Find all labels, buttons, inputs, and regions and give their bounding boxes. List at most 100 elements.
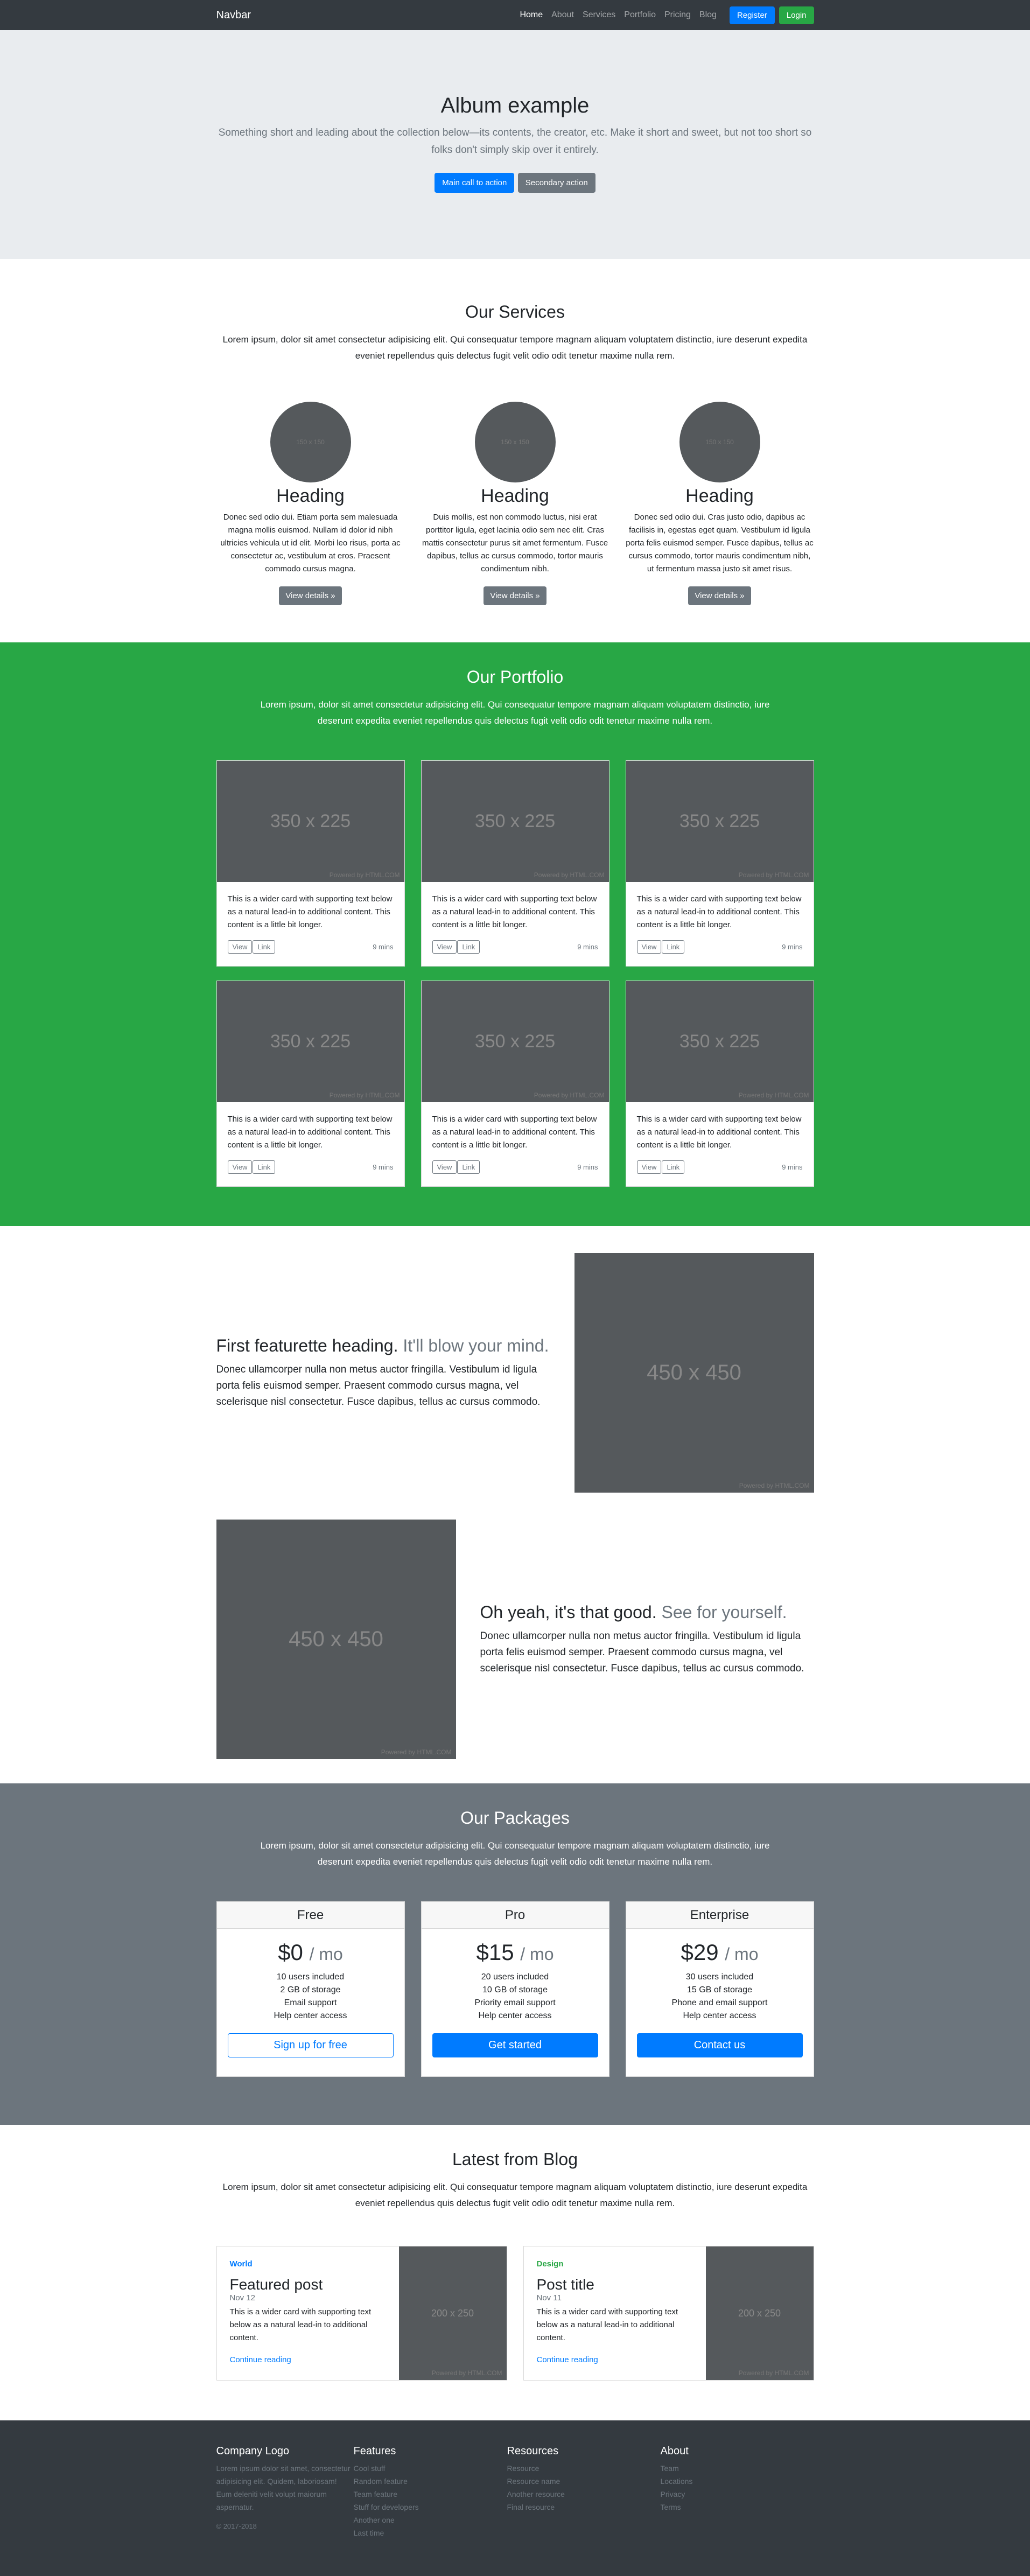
service-heading: Heading bbox=[481, 486, 549, 506]
link-button[interactable]: Link bbox=[662, 940, 685, 954]
services-lead: Lorem ipsum, dolor sit amet consectetur … bbox=[222, 334, 808, 361]
view-details-button[interactable]: View details » bbox=[484, 586, 546, 605]
featurette-heading: Oh yeah, it's that good. See for yoursel… bbox=[480, 1602, 814, 1622]
view-button[interactable]: View bbox=[636, 940, 662, 954]
packages-lead: Lorem ipsum, dolor sit amet consectetur … bbox=[260, 1840, 770, 1867]
image-placeholder-label: 450 x 450 bbox=[647, 1361, 741, 1384]
link-button[interactable]: Link bbox=[662, 1160, 685, 1174]
blog-post-title: Post title bbox=[536, 2276, 594, 2293]
card-footer: View Link 9 mins bbox=[227, 1160, 394, 1174]
card-image: 350 x 225 Powered by HTML.COM bbox=[626, 761, 814, 882]
plan-features: 20 users included 10 GB of storage Priorit… bbox=[432, 1971, 598, 2022]
footer-link[interactable]: Cool stuff bbox=[354, 2462, 507, 2475]
blog-title: Latest from Blog bbox=[452, 2150, 578, 2169]
service-image-placeholder: 150 x 150 bbox=[270, 402, 351, 482]
plan-cta-button[interactable]: Sign up for free bbox=[227, 2033, 394, 2057]
continue-reading-link[interactable]: Continue reading bbox=[230, 2355, 291, 2364]
plan-feature: Help center access bbox=[683, 2011, 756, 2020]
footer-link[interactable]: Team feature bbox=[354, 2488, 507, 2501]
services-row: 150 x 150 Heading Donec sed odio dui. Et… bbox=[216, 402, 814, 605]
service-image-placeholder: 150 x 150 bbox=[474, 402, 556, 482]
main-cta-button[interactable]: Main call to action bbox=[435, 173, 515, 193]
footer-link[interactable]: Last time bbox=[354, 2526, 507, 2539]
view-button[interactable]: View bbox=[432, 940, 457, 954]
continue-reading-link[interactable]: Continue reading bbox=[537, 2355, 598, 2364]
view-details-button[interactable]: View details » bbox=[279, 586, 342, 605]
powered-by-label: Powered by HTML.COM bbox=[329, 871, 400, 879]
service-heading: Heading bbox=[685, 486, 754, 506]
view-details-button[interactable]: View details » bbox=[688, 586, 751, 605]
plan-features: 30 users included 15 GB of storage Phone a… bbox=[637, 1971, 803, 2022]
card-image: 350 x 225 Powered by HTML.COM bbox=[626, 981, 814, 1102]
image-placeholder-label: 350 x 225 bbox=[474, 1031, 556, 1052]
footer-col-heading: Features bbox=[353, 2445, 396, 2457]
card-time: 9 mins bbox=[577, 943, 598, 951]
footer-link[interactable]: Final resource bbox=[507, 2501, 661, 2514]
footer-link[interactable]: Another resource bbox=[507, 2488, 661, 2501]
link-button[interactable]: Link bbox=[253, 1160, 276, 1174]
view-button[interactable]: View bbox=[636, 1160, 662, 1174]
blog-row: World Featured post Nov 12 This is a wid… bbox=[216, 2246, 814, 2381]
link-button[interactable]: Link bbox=[253, 940, 276, 954]
blog-thumbnail: 200 x 250 Powered by HTML.COM bbox=[705, 2246, 814, 2380]
nav-link-pricing[interactable]: Pricing bbox=[664, 10, 691, 20]
link-button[interactable]: Link bbox=[457, 1160, 480, 1174]
footer-link[interactable]: Stuff for developers bbox=[354, 2501, 507, 2514]
footer-link[interactable]: Another one bbox=[354, 2514, 507, 2526]
secondary-action-button[interactable]: Secondary action bbox=[517, 173, 595, 193]
image-placeholder-label: 200 x 250 bbox=[738, 2307, 781, 2319]
footer-link[interactable]: Team bbox=[661, 2462, 814, 2475]
card-button-group: View Link bbox=[432, 1160, 480, 1174]
blog-post-date: Nov 11 bbox=[536, 2293, 562, 2302]
link-button[interactable]: Link bbox=[457, 940, 480, 954]
footer-link[interactable]: Locations bbox=[661, 2475, 814, 2488]
footer-link[interactable]: Resource name bbox=[507, 2475, 661, 2488]
plan-cta-button[interactable]: Contact us bbox=[636, 2033, 803, 2057]
card-body: This is a wider card with supporting tex… bbox=[422, 882, 609, 964]
card-image: 350 x 225 Powered by HTML.COM bbox=[421, 761, 609, 882]
navbar-brand[interactable]: Navbar bbox=[216, 9, 251, 22]
plan-feature: Help center access bbox=[478, 2011, 552, 2020]
service-item: 150 x 150 Heading Donec sed odio dui. Cr… bbox=[626, 402, 814, 605]
powered-by-label: Powered by HTML.COM bbox=[738, 1091, 809, 1099]
featurette-image: 450 x 450 Powered by HTML.COM bbox=[216, 1520, 456, 1759]
blog-category: World bbox=[229, 2259, 253, 2269]
service-item: 150 x 150 Heading Donec sed odio dui. Et… bbox=[216, 402, 405, 605]
footer-link[interactable]: Privacy bbox=[661, 2488, 814, 2501]
hero-lead: Something short and leading about the co… bbox=[218, 127, 812, 156]
service-image-placeholder: 150 x 150 bbox=[679, 402, 760, 482]
plan-feature: Help center access bbox=[274, 2011, 347, 2020]
image-placeholder-label: 200 x 250 bbox=[431, 2307, 474, 2319]
plan-name: Free bbox=[216, 1902, 404, 1929]
nav-link-services[interactable]: Services bbox=[583, 10, 615, 20]
nav-link-portfolio[interactable]: Portfolio bbox=[624, 10, 656, 20]
register-button[interactable]: Register bbox=[729, 6, 775, 24]
powered-by-label: Powered by HTML.COM bbox=[738, 871, 809, 879]
plan-cta-button[interactable]: Get started bbox=[432, 2033, 598, 2057]
card-body: This is a wider card with supporting tex… bbox=[217, 1102, 404, 1185]
view-button[interactable]: View bbox=[227, 940, 253, 954]
plan-price-amount: $0 bbox=[278, 1940, 303, 1965]
plan-price-period: / mo bbox=[520, 1944, 554, 1964]
footer-copyright: © 2017-2018 bbox=[216, 2522, 257, 2530]
packages-title: Our Packages bbox=[460, 1808, 570, 1828]
login-button[interactable]: Login bbox=[779, 6, 814, 24]
footer-link[interactable]: Random feature bbox=[354, 2475, 507, 2488]
featurette: First featurette heading. It'll blow you… bbox=[216, 1253, 814, 1493]
featurette-heading-main: Oh yeah, it's that good. bbox=[480, 1602, 657, 1622]
nav-link-home[interactable]: Home bbox=[520, 10, 543, 20]
powered-by-label: Powered by HTML.COM bbox=[381, 1748, 452, 1756]
view-button[interactable]: View bbox=[227, 1160, 253, 1174]
footer-col: Features Cool stuff Random feature Team fea… bbox=[354, 2445, 507, 2539]
service-text: Donec sed odio dui. Cras justo odio, dap… bbox=[626, 513, 814, 573]
plan-feature: 15 GB of storage bbox=[687, 1985, 752, 1994]
view-button[interactable]: View bbox=[432, 1160, 457, 1174]
nav-link-blog[interactable]: Blog bbox=[699, 10, 717, 20]
plan-feature: 20 users included bbox=[481, 1972, 549, 1982]
nav-link-about[interactable]: About bbox=[551, 10, 574, 20]
footer-link[interactable]: Resource bbox=[507, 2462, 661, 2475]
card-body: This is a wider card with supporting tex… bbox=[626, 882, 814, 964]
card-text: This is a wider card with supporting tex… bbox=[636, 894, 802, 929]
footer-link[interactable]: Terms bbox=[661, 2501, 814, 2514]
card-button-group: View Link bbox=[227, 1160, 276, 1174]
